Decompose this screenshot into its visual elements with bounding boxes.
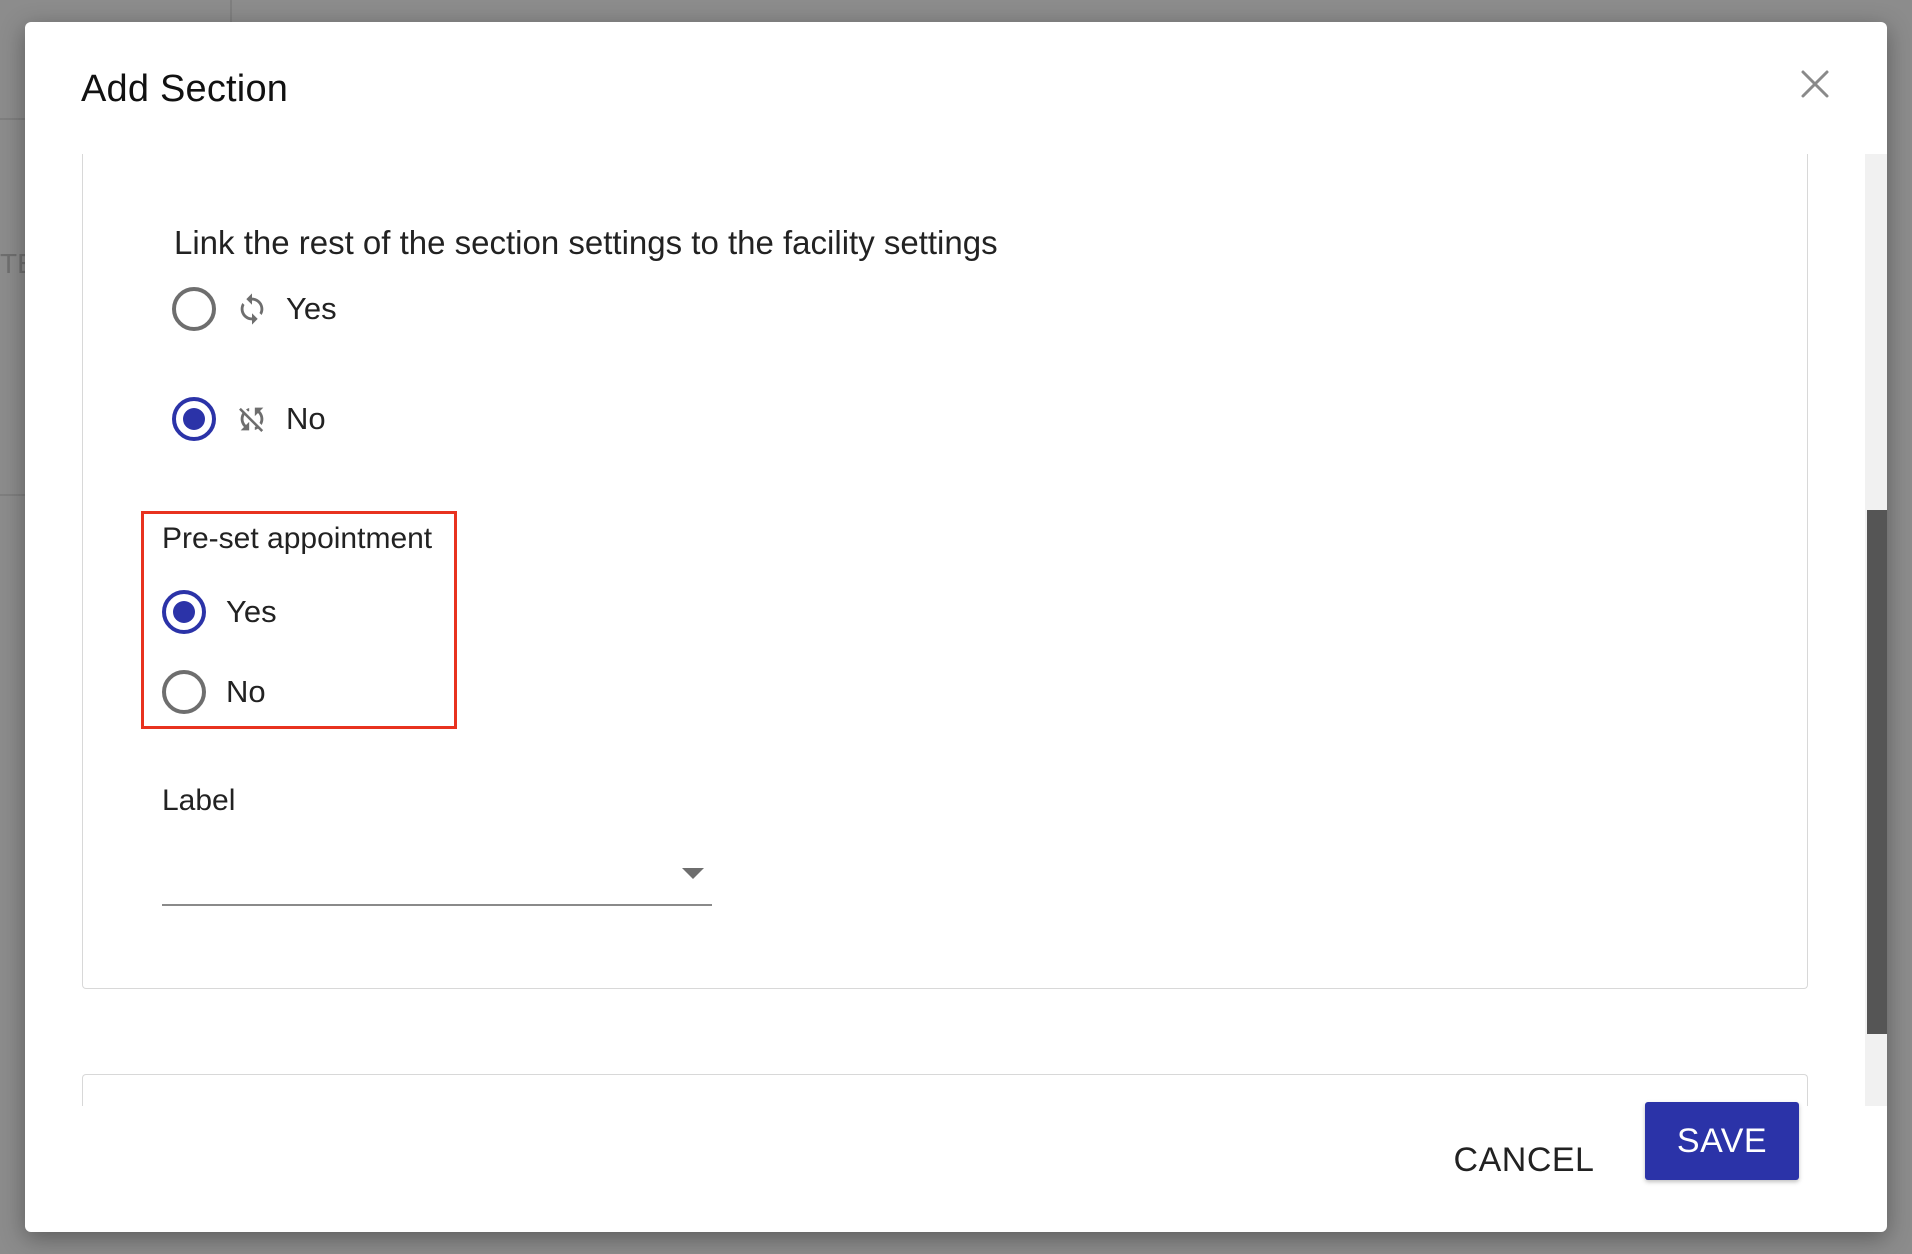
link-settings-no-option[interactable]: No: [172, 397, 326, 441]
next-section-card: [82, 1074, 1808, 1106]
radio-dot: [183, 408, 205, 430]
chevron-down-icon: [682, 868, 704, 879]
label-field-label: Label: [162, 784, 236, 817]
link-settings-no-label: No: [286, 401, 326, 436]
preset-appointment-no-option[interactable]: No: [162, 670, 266, 714]
link-settings-yes-label: Yes: [286, 291, 337, 326]
scrollbar-thumb[interactable]: [1867, 510, 1887, 1034]
background-divider: [0, 118, 25, 120]
cancel-button[interactable]: CANCEL: [1429, 1122, 1619, 1198]
add-section-dialog: Add Section Link the rest of the section…: [25, 22, 1887, 1232]
dialog-content: Link the rest of the section settings to…: [25, 154, 1887, 1106]
preset-appointment-no-label: No: [226, 674, 266, 709]
link-settings-yes-option[interactable]: Yes: [172, 287, 337, 331]
link-settings-no-radio[interactable]: [172, 397, 216, 441]
preset-appointment-yes-radio[interactable]: [162, 590, 206, 634]
link-settings-question: Link the rest of the section settings to…: [174, 224, 998, 261]
preset-appointment-label: Pre-set appointment: [162, 522, 433, 555]
label-select[interactable]: [162, 844, 712, 906]
background-divider: [230, 0, 232, 22]
sync-disabled-icon: [234, 401, 270, 437]
link-settings-yes-radio[interactable]: [172, 287, 216, 331]
dialog-title: Add Section: [81, 68, 289, 110]
background-divider: [0, 494, 25, 496]
preset-appointment-no-radio[interactable]: [162, 670, 206, 714]
close-button[interactable]: [1787, 56, 1843, 112]
save-button[interactable]: SAVE: [1645, 1102, 1799, 1180]
sync-icon: [234, 291, 270, 327]
radio-dot: [173, 601, 195, 623]
preset-appointment-yes-label: Yes: [226, 594, 277, 629]
preset-appointment-yes-option[interactable]: Yes: [162, 590, 277, 634]
close-icon: [1801, 70, 1829, 98]
